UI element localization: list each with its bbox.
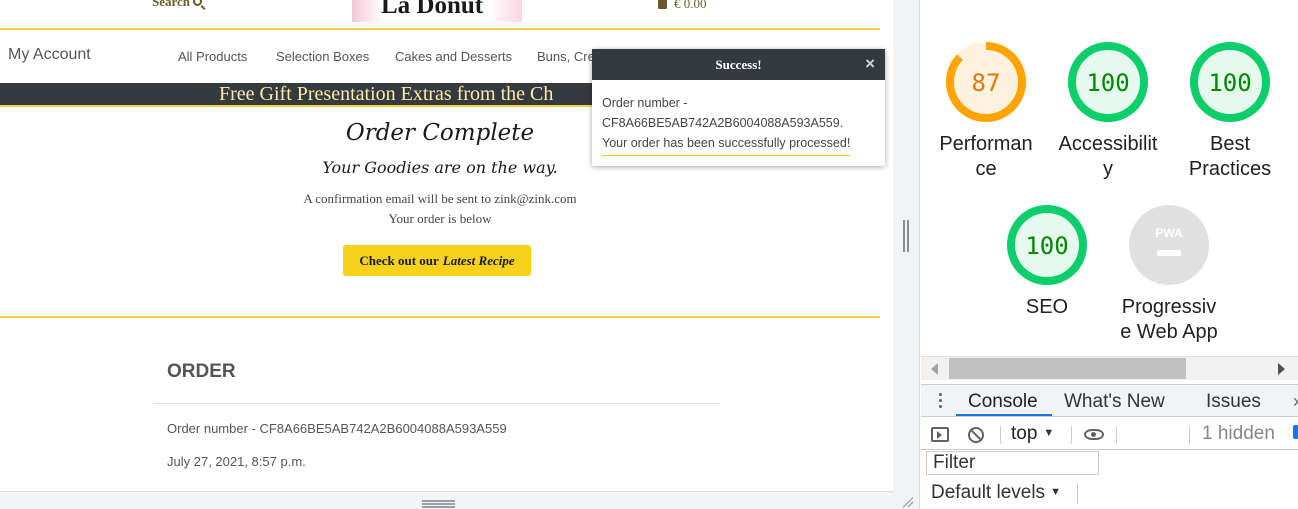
more-options-icon[interactable] [939,393,943,409]
toolbar-separator [1189,426,1190,444]
log-levels-value: Default levels [931,482,1046,503]
gauge-score: 100 [1025,232,1068,260]
toolbar-separator [1000,426,1001,444]
nav-all-products[interactable]: All Products [178,49,247,64]
success-toast: Success! × Order number - CF8A66BE5AB742… [592,49,885,166]
gauge-pwa[interactable]: PWA Progressiv e Web App [1108,203,1230,345]
pwa-badge-icon: PWA [1129,205,1209,285]
gauge-accessibility[interactable]: 100 Accessibilit y [1047,40,1169,182]
corner-resize-icon[interactable] [901,496,915,506]
toast-body: Order number - CF8A66BE5AB742A2B6004088A… [592,80,885,156]
gauge-score: 87 [972,69,1001,97]
promo-banner-text: Free Gift Presentation Extras from the C… [219,83,554,105]
order-heading: ORDER [167,361,236,382]
gauge-label: Accessibilit y [1058,133,1158,180]
context-value: top [1011,423,1038,444]
gauge-label: SEO [1025,296,1069,318]
site-header: Search La Donut € 0.00 [0,0,880,30]
sidebar-toggle-icon[interactable] [931,427,949,442]
tab-whats-new[interactable]: What's New [1064,391,1165,413]
website-viewport: Search La Donut € 0.00 My Account All Pr… [0,0,893,509]
close-icon[interactable]: × [865,54,875,74]
log-levels-dropdown[interactable]: Default levels ▼ [931,482,1061,504]
gauge-best-practices[interactable]: 100 Best Practices [1169,40,1291,182]
order-below-text: Your order is below [388,211,492,226]
search-icon [193,0,203,6]
splitter-grip-icon[interactable] [903,220,909,252]
search-link[interactable]: Search [152,0,203,10]
order-date: July 27, 2021, 8:57 p.m. [167,454,306,469]
toast-title: Success! [715,56,762,72]
resize-handle-icon[interactable] [422,500,455,508]
clear-console-icon[interactable] [968,427,984,443]
toast-line-order-number: CF8A66BE5AB742A2B6004088A593A559. [602,116,844,130]
my-account-link[interactable]: My Account [8,46,91,64]
close-drawer-icon[interactable]: › [1293,391,1298,412]
horizontal-scrollbar[interactable] [921,356,1298,380]
active-tab-indicator [956,414,1052,416]
toolbar-separator [1071,426,1072,444]
context-selector[interactable]: top ▼ [1011,423,1054,445]
scrollbar-thumb[interactable] [949,358,1186,379]
gauge-ring: 87 [946,42,1026,122]
order-divider [153,403,720,404]
scroll-left-icon[interactable] [931,363,938,375]
tab-issues[interactable]: Issues [1206,391,1261,413]
console-settings-icon[interactable] [1293,425,1298,439]
drawer-tabbar: Console What's New Issues › [921,384,1298,417]
devtools-panel: 87 Performan ce 100 Accessibilit y 100 B… [921,0,1298,509]
site-logo-text[interactable]: La Donut [381,0,483,20]
console-filter-field[interactable] [926,451,1099,475]
nav-buns[interactable]: Buns, Cre [537,49,595,64]
dropdown-caret-icon: ▼ [1043,427,1055,439]
dropdown-caret-icon: ▼ [1050,486,1061,498]
tab-console[interactable]: Console [968,391,1038,413]
gauge-seo[interactable]: 100 SEO [986,203,1108,320]
recipe-button-prefix: Check out our [359,252,439,268]
console-toolbar: top ▼ 1 hidden [921,418,1298,450]
panel-splitter[interactable] [893,0,920,509]
gauge-label: Best Practices [1188,133,1272,180]
confirmation-email-text: A confirmation email will be sent to zin… [303,191,577,206]
gauge-score: 100 [1086,69,1129,97]
scroll-right-icon[interactable] [1278,363,1285,375]
gauge-label: Progressiv e Web App [1120,296,1218,343]
section-divider [0,316,880,318]
gauge-performance[interactable]: 87 Performan ce [925,40,1047,182]
order-number: Order number - CF8A66BE5AB742A2B6004088A… [167,421,507,436]
gauge-ring: 100 [1068,42,1148,122]
recipe-button-emphasis: Latest Recipe [442,252,515,268]
lighthouse-report: 87 Performan ce 100 Accessibilit y 100 B… [921,6,1298,356]
gauge-score: 100 [1208,69,1251,97]
nav-selection-boxes[interactable]: Selection Boxes [276,49,369,64]
toast-line-order-label: Order number - [602,96,688,110]
cart-link[interactable]: € 0.00 [658,0,707,12]
shopping-bag-icon [658,0,667,9]
pwa-badge-text: PWA [1155,226,1183,240]
nav-cakes-and-desserts[interactable]: Cakes and Desserts [395,49,512,64]
live-expression-eye-icon[interactable] [1084,429,1104,440]
gauge-ring: 100 [1190,42,1270,122]
gauge-label: Performan ce [939,133,1033,180]
hidden-messages-count[interactable]: 1 hidden [1202,423,1275,445]
toolbar-separator [1116,426,1117,444]
search-label: Search [152,0,191,9]
toast-line-success-message: Your order has been successfully process… [602,133,851,156]
filter-input[interactable] [927,452,1098,474]
latest-recipe-button[interactable]: Check out our Latest Recipe [343,245,531,276]
gauge-ring: 100 [1007,205,1087,285]
toolbar-separator [1077,484,1078,504]
toast-header: Success! × [592,49,885,80]
cart-total: € 0.00 [674,0,707,11]
